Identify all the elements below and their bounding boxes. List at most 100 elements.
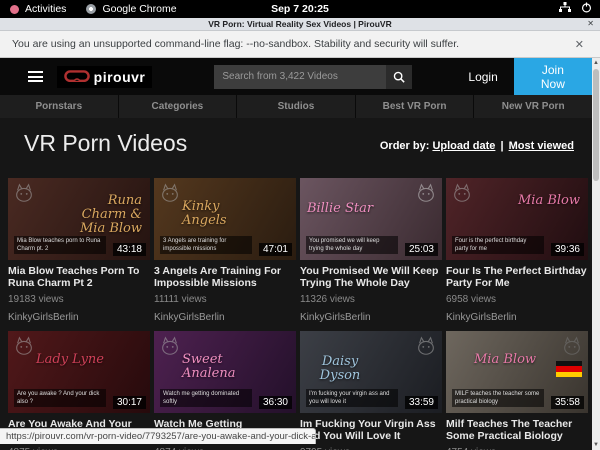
video-thumbnail[interactable]: Daisy Dyson I'm fucking your virgin ass … xyxy=(300,331,442,413)
system-top-bar: Activities Google Chrome Sep 7 20:25 xyxy=(0,0,600,18)
video-views: 19183 views xyxy=(8,294,150,305)
nav-item-categories[interactable]: Categories xyxy=(118,95,237,118)
thumbnail-overlay-title: Mia Blow xyxy=(518,194,580,208)
video-thumbnail[interactable]: Billie Star You promised we will keep tr… xyxy=(300,178,442,260)
order-upload-date-link[interactable]: Upload date xyxy=(432,140,495,152)
page-scrollbar[interactable]: ▲ ▼ xyxy=(592,58,600,450)
studio-mask-icon xyxy=(13,335,35,357)
studio-mask-icon xyxy=(159,182,181,204)
video-views: 11326 views xyxy=(300,294,442,305)
duration-badge: 47:01 xyxy=(259,243,292,256)
video-views: 6958 views xyxy=(446,294,588,305)
video-title[interactable]: Mia Blow Teaches Porn To Runa Charm Pt 2 xyxy=(8,265,150,289)
site-logo[interactable]: pirouvr xyxy=(57,66,153,88)
video-studio-link[interactable]: KinkyGirlsBerlin xyxy=(8,312,150,323)
thumbnail-caption: I'm fucking your virgin ass and you will… xyxy=(306,389,398,407)
duration-badge: 35:58 xyxy=(551,396,584,409)
duration-badge: 43:18 xyxy=(113,243,146,256)
video-title[interactable]: 3 Angels Are Training For Impossible Mis… xyxy=(154,265,296,289)
thumbnail-overlay-title: Runa Charm & Mia Blow xyxy=(62,194,142,236)
infobar-message: You are using an unsupported command-lin… xyxy=(12,38,459,50)
browser-tab-strip: VR Porn: Virtual Reality Sex Videos | Pi… xyxy=(0,18,600,31)
video-title[interactable]: Im Fucking Your Virgin Ass And You Will … xyxy=(300,418,442,442)
video-title[interactable]: Milf Teaches The Teacher Some Practical … xyxy=(446,418,588,442)
nav-item-new-vr[interactable]: New VR Porn xyxy=(473,95,592,118)
thumbnail-caption: Are you awake ? And your dick also ? xyxy=(14,389,106,407)
thumbnail-overlay-title: Mia Blow xyxy=(474,353,536,367)
scrollbar-thumb[interactable] xyxy=(593,69,599,181)
thumbnail-overlay-title: Lady Lyne xyxy=(36,353,104,367)
nav-item-pornstars[interactable]: Pornstars xyxy=(0,95,118,118)
german-flag xyxy=(556,361,582,377)
duration-badge: 39:36 xyxy=(551,243,584,256)
video-views: 11111 views xyxy=(154,294,296,305)
power-icon[interactable] xyxy=(581,2,592,13)
thumbnail-overlay-title: Daisy Dyson xyxy=(300,355,380,383)
video-card: Mia Blow MILF teaches the teacher some p… xyxy=(446,331,588,450)
site-logo-text: pirouvr xyxy=(94,69,146,85)
studio-mask-icon xyxy=(415,335,437,357)
order-most-viewed-link[interactable]: Most viewed xyxy=(509,140,574,152)
thumbnail-caption: 3 Angels are training for impossible mis… xyxy=(160,236,252,254)
video-thumbnail[interactable]: Sweet Analena Watch me getting dominated… xyxy=(154,331,296,413)
search-button[interactable] xyxy=(386,65,412,89)
video-card: Mia Blow Four is the perfect birthday pa… xyxy=(446,178,588,323)
studio-mask-icon xyxy=(13,182,35,204)
thumbnail-caption: Watch me getting dominated softly xyxy=(160,389,252,407)
browser-tab-title[interactable]: VR Porn: Virtual Reality Sex Videos | Pi… xyxy=(0,19,600,29)
video-thumbnail[interactable]: Mia Blow MILF teaches the teacher some p… xyxy=(446,331,588,413)
video-title[interactable]: Four Is The Perfect Birthday Party For M… xyxy=(446,265,588,289)
vr-goggles-icon xyxy=(64,69,90,84)
video-thumbnail[interactable]: Mia Blow Four is the perfect birthday pa… xyxy=(446,178,588,260)
scroll-down-icon[interactable]: ▼ xyxy=(592,440,600,450)
site-nav: Pornstars Categories Studios Best VR Por… xyxy=(0,95,592,118)
chrome-infobar: You are using an unsupported command-lin… xyxy=(0,31,600,58)
desktop-screen: Activities Google Chrome Sep 7 20:25 VR … xyxy=(0,0,600,450)
studio-mask-icon xyxy=(561,335,583,357)
system-clock[interactable]: Sep 7 20:25 xyxy=(0,3,600,15)
order-by-controls: Order by: Upload date | Most viewed xyxy=(380,140,574,152)
nav-item-best-vr[interactable]: Best VR Porn xyxy=(355,95,474,118)
site-header: pirouvr Login Join Now xyxy=(0,58,592,95)
video-studio-link[interactable]: KinkyGirlsBerlin xyxy=(300,312,442,323)
video-thumbnail[interactable]: Lady Lyne Are you awake ? And your dick … xyxy=(8,331,150,413)
video-card: Kinky Angels 3 Angels are training for i… xyxy=(154,178,296,323)
thumbnail-overlay-title: Kinky Angels xyxy=(182,200,262,228)
status-url-bubble: https://pirouvr.com/vr-porn-video/779325… xyxy=(0,428,316,444)
hamburger-menu-icon[interactable] xyxy=(28,69,43,85)
order-separator: | xyxy=(500,140,503,152)
join-now-button[interactable]: Join Now xyxy=(514,58,592,97)
video-card: Runa Charm & Mia Blow Mia Blow teaches p… xyxy=(8,178,150,323)
video-thumbnail[interactable]: Runa Charm & Mia Blow Mia Blow teaches p… xyxy=(8,178,150,260)
scroll-up-icon[interactable]: ▲ xyxy=(592,58,600,68)
video-studio-link[interactable]: KinkyGirlsBerlin xyxy=(446,312,588,323)
duration-badge: 25:03 xyxy=(405,243,438,256)
video-card: Daisy Dyson I'm fucking your virgin ass … xyxy=(300,331,442,450)
duration-badge: 36:30 xyxy=(259,396,292,409)
login-link[interactable]: Login xyxy=(468,70,497,84)
thumbnail-caption: MILF teaches the teacher some practical … xyxy=(452,389,544,407)
page-heading-row: VR Porn Videos Order by: Upload date | M… xyxy=(0,118,592,178)
thumbnail-overlay-title: Billie Star xyxy=(300,202,380,216)
video-card: Billie Star You promised we will keep tr… xyxy=(300,178,442,323)
tab-close-icon[interactable]: ✕ xyxy=(587,19,594,28)
video-studio-link[interactable]: KinkyGirlsBerlin xyxy=(154,312,296,323)
network-icon[interactable] xyxy=(559,2,571,13)
thumbnail-caption: Four is the perfect birthday party for m… xyxy=(452,236,544,254)
infobar-close-icon[interactable]: ✕ xyxy=(575,38,584,51)
nav-item-studios[interactable]: Studios xyxy=(236,95,355,118)
video-title[interactable]: You Promised We Will Keep Trying The Who… xyxy=(300,265,442,289)
order-by-label: Order by: xyxy=(380,140,430,152)
page-title: VR Porn Videos xyxy=(24,130,187,157)
thumbnail-caption: You promised we will keep trying the who… xyxy=(306,236,398,254)
studio-mask-icon xyxy=(415,182,437,204)
thumbnail-caption: Mia Blow teaches porn to Runa Charm pt. … xyxy=(14,236,106,254)
duration-badge: 33:59 xyxy=(405,396,438,409)
web-page: pirouvr Login Join Now Pornstars Categor… xyxy=(0,58,592,450)
search-input[interactable] xyxy=(214,65,386,89)
duration-badge: 30:17 xyxy=(113,396,146,409)
studio-mask-icon xyxy=(451,182,473,204)
search-bar xyxy=(214,65,412,89)
video-thumbnail[interactable]: Kinky Angels 3 Angels are training for i… xyxy=(154,178,296,260)
video-grid: Runa Charm & Mia Blow Mia Blow teaches p… xyxy=(8,178,588,450)
